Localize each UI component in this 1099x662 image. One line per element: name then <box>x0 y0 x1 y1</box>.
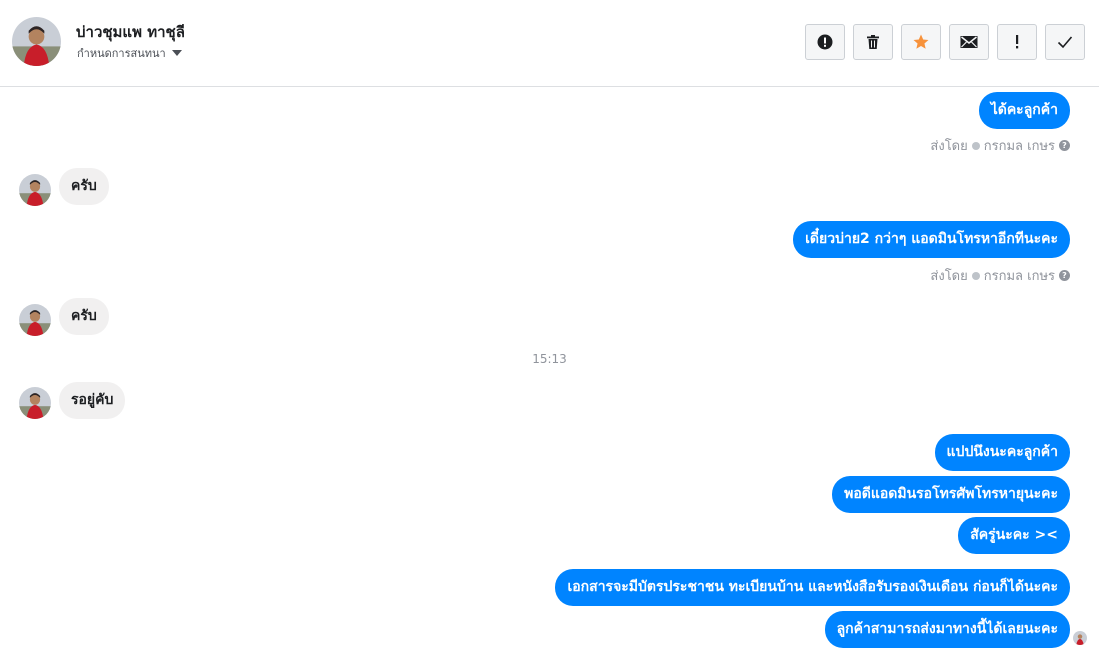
seen-indicator-avatar <box>1073 631 1087 645</box>
status-dot-icon <box>971 141 980 150</box>
help-icon[interactable]: ? <box>1059 270 1070 281</box>
outgoing-message[interactable]: แปปนึงนะคะลูกค้า <box>934 434 1070 471</box>
mail-button[interactable] <box>949 24 989 60</box>
outgoing-message[interactable]: พอดีแอดมินรอโทรศัพโทรหายุนะคะ <box>832 476 1070 513</box>
sent-by-line: ส่งโดย กรกมล เกษร ? <box>930 265 1070 286</box>
avatar-image <box>19 387 51 419</box>
outgoing-message[interactable]: ได้คะลูกค้า <box>978 92 1070 129</box>
sent-by-line: ส่งโดย กรกมล เกษร ? <box>930 135 1070 156</box>
outgoing-message[interactable]: สัครู่นะคะ >< <box>958 517 1070 554</box>
conversation-header: บ่าวชุมแพ ทาชุลี กำหนดการสนทนา <box>0 0 1099 87</box>
mark-important-button[interactable] <box>997 24 1037 60</box>
contact-avatar-small[interactable] <box>19 304 51 336</box>
incoming-message[interactable]: ครับ <box>59 168 109 205</box>
alert-circle-icon <box>817 34 833 50</box>
outgoing-message[interactable]: ลูกค้าสามารถส่งมาทางนี้ได้เลยนะคะ <box>824 611 1070 648</box>
avatar-image <box>19 304 51 336</box>
sent-by-prefix: ส่งโดย <box>930 139 968 154</box>
avatar-image <box>12 17 61 66</box>
trash-icon <box>867 35 879 49</box>
help-icon[interactable]: ? <box>1059 140 1070 151</box>
status-dot-icon <box>971 271 980 280</box>
contact-name[interactable]: บ่าวชุมแพ ทาชุลี <box>76 20 185 44</box>
contact-avatar-small[interactable] <box>19 174 51 206</box>
exclamation-icon <box>1016 35 1019 49</box>
outgoing-message[interactable]: เอกสารจะมีบัตรประชาชน ทะเบียนบ้าน และหนั… <box>555 569 1070 606</box>
conversation-settings-label: กำหนดการสนทนา <box>77 47 166 60</box>
incoming-message[interactable]: รอยู่คับ <box>59 382 126 419</box>
sent-by-agent[interactable]: กรกมล เกษร <box>984 265 1055 286</box>
avatar-image <box>19 174 51 206</box>
sent-by-prefix: ส่งโดย <box>930 269 968 284</box>
outgoing-message[interactable]: เดี๋ยวบ่าย2 กว่าๆ แอดมินโทรหาอีกทีนะคะ <box>793 221 1070 258</box>
incoming-message[interactable]: ครับ <box>59 298 109 335</box>
star-button[interactable] <box>901 24 941 60</box>
timestamp: 15:13 <box>532 352 567 366</box>
caret-down-icon <box>171 50 182 56</box>
delete-button[interactable] <box>853 24 893 60</box>
contact-avatar-small[interactable] <box>19 387 51 419</box>
conversation-settings-dropdown[interactable]: กำหนดการสนทนา <box>77 44 182 62</box>
done-button[interactable] <box>1045 24 1085 60</box>
star-icon <box>913 34 929 49</box>
report-button[interactable] <box>805 24 845 60</box>
contact-avatar[interactable] <box>12 17 61 66</box>
envelope-icon <box>960 36 978 48</box>
check-icon <box>1057 36 1073 49</box>
sent-by-agent[interactable]: กรกมล เกษร <box>984 135 1055 156</box>
header-actions <box>805 24 1085 60</box>
avatar-image <box>1073 631 1087 645</box>
